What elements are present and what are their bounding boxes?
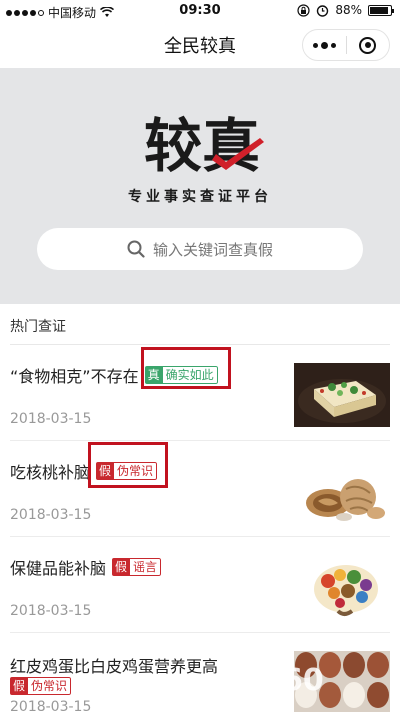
rotation-lock-icon <box>297 3 310 17</box>
verdict-badge: 假 谣言 <box>112 558 162 576</box>
verdict-badge: 假 伪常识 <box>10 677 72 695</box>
annotation-highlight-box <box>141 347 231 389</box>
item-date: 2018-03-15 <box>10 603 92 619</box>
tagline: 专业事实查证平台 <box>128 189 272 205</box>
hero-banner: 较真 专业事实查证平台 输入关键词查真假 <box>0 68 400 304</box>
section-title: 热门查证 <box>10 319 66 335</box>
list-item[interactable]: 保健品能补脑 假 谣言 2018-03-15 <box>0 537 400 633</box>
nav-bar: 全民较真 <box>0 22 400 68</box>
close-icon <box>359 36 377 54</box>
annotation-highlight-box <box>88 442 168 488</box>
walnuts-image <box>294 459 390 523</box>
tofu-dish-image <box>294 363 390 427</box>
search-input[interactable]: 输入关键词查真假 <box>37 228 363 270</box>
item-date: 2018-03-15 <box>10 699 92 712</box>
close-button[interactable] <box>347 30 389 60</box>
list-item[interactable]: 吃核桃补脑 假 伪常识 2018-03-15 <box>0 441 400 537</box>
status-right: 88% <box>297 3 394 17</box>
more-button[interactable] <box>303 30 346 60</box>
more-icon <box>313 42 318 48</box>
verdict-value: 谣言 <box>130 558 162 576</box>
search-placeholder: 输入关键词查真假 <box>152 240 273 259</box>
alarm-icon <box>317 4 329 17</box>
list-item[interactable]: 红皮鸡蛋比白皮鸡蛋营养更高 假 伪常识 2018-03-15 60 <box>0 633 400 712</box>
jiaozhen-logo: 较真 <box>144 112 264 178</box>
item-title: 吃核桃补脑 <box>10 463 91 482</box>
item-date: 2018-03-15 <box>10 507 92 523</box>
verdict-value: 伪常识 <box>28 677 72 695</box>
verdict-key: 假 <box>112 558 131 576</box>
item-title: “食物相克”不存在 <box>10 367 139 386</box>
battery-icon <box>368 4 394 16</box>
search-icon <box>127 240 145 258</box>
mini-program-capsule <box>302 29 390 61</box>
item-title: 红皮鸡蛋比白皮鸡蛋营养更高 <box>10 657 219 676</box>
svg-text:较真: 较真 <box>144 112 260 178</box>
status-bar: 中国移动 09:30 88% <box>0 0 400 22</box>
verdict-key: 假 <box>10 677 29 695</box>
brain-food-image <box>294 555 390 619</box>
item-title: 保健品能补脑 <box>10 559 107 578</box>
item-date: 2018-03-15 <box>10 411 92 427</box>
battery-percent: 88% <box>335 3 362 17</box>
watermark: 60 <box>282 663 324 698</box>
